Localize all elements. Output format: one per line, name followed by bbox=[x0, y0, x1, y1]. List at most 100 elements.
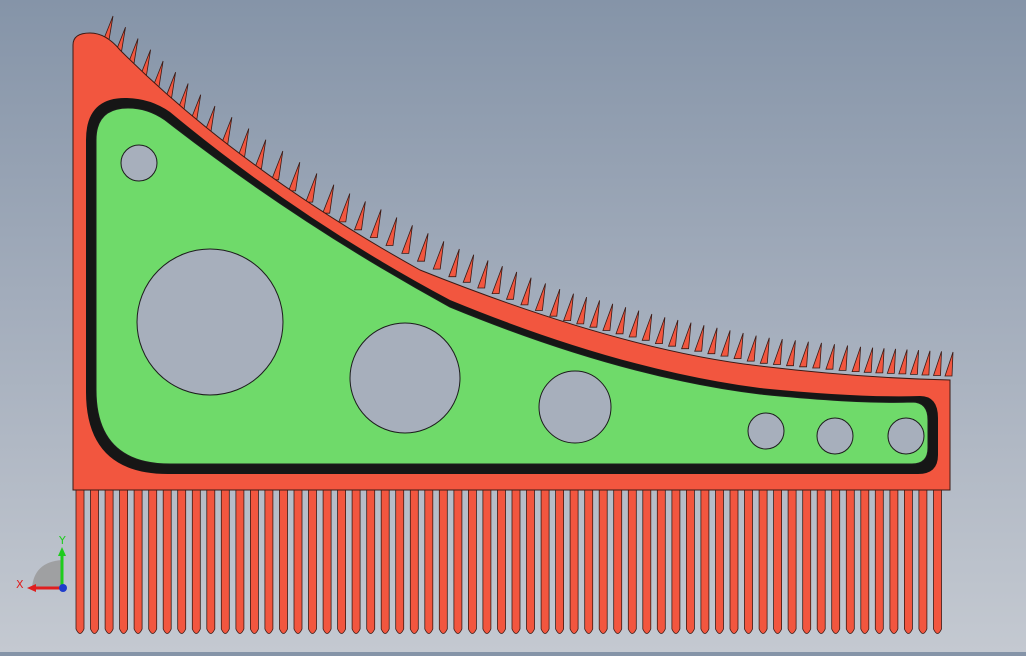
bottom-tooth bbox=[497, 487, 506, 634]
top-tooth bbox=[416, 233, 429, 262]
comb-model[interactable] bbox=[0, 0, 1026, 652]
bottom-tooth bbox=[686, 487, 695, 634]
top-tooth bbox=[825, 344, 835, 370]
top-tooth bbox=[432, 241, 445, 270]
hole[interactable] bbox=[538, 370, 612, 444]
bottom-tooth bbox=[424, 487, 434, 634]
bottom-tooth bbox=[191, 487, 201, 634]
bottom-tooth bbox=[569, 487, 579, 634]
top-tooth bbox=[338, 193, 351, 223]
top-tooth bbox=[886, 348, 896, 374]
bottom-tooth bbox=[119, 487, 128, 634]
top-tooth bbox=[448, 248, 460, 278]
bottom-tooth bbox=[322, 487, 332, 634]
top-tooth bbox=[628, 310, 640, 338]
top-tooth bbox=[932, 351, 942, 376]
top-tooth bbox=[385, 217, 398, 246]
top-tooth bbox=[615, 307, 627, 335]
bottom-tooth bbox=[613, 487, 623, 634]
top-tooth bbox=[898, 349, 908, 375]
hole[interactable] bbox=[349, 322, 461, 434]
bottom-tooth bbox=[380, 487, 390, 634]
bottom-tooth bbox=[933, 487, 942, 634]
bottom-tooth bbox=[90, 487, 99, 634]
bottom-tooth bbox=[279, 487, 288, 634]
top-tooth bbox=[772, 338, 783, 365]
hole[interactable] bbox=[887, 417, 925, 455]
bottom-tooth bbox=[845, 487, 855, 634]
top-tooth bbox=[667, 319, 679, 347]
bottom-tooth bbox=[293, 487, 303, 634]
bottom-tooth bbox=[831, 487, 841, 634]
top-tooth bbox=[563, 293, 574, 321]
top-tooth bbox=[520, 277, 532, 306]
top-tooth bbox=[401, 225, 413, 254]
top-tooth bbox=[462, 254, 475, 283]
bottom-tooth bbox=[206, 487, 216, 634]
bottom-tooth bbox=[438, 487, 448, 634]
bottom-tooth bbox=[802, 487, 812, 634]
graphics-viewport[interactable]: X Y bbox=[0, 0, 1026, 652]
bottom-tooth bbox=[904, 487, 913, 634]
bottom-tooth bbox=[700, 487, 710, 634]
bottom-tooth bbox=[889, 487, 899, 634]
top-tooth bbox=[759, 337, 770, 364]
bottom-tooth bbox=[787, 487, 797, 634]
top-tooth bbox=[576, 296, 587, 325]
bottom-teeth bbox=[75, 487, 942, 634]
top-tooth bbox=[549, 288, 561, 317]
bottom-tooth bbox=[918, 487, 928, 634]
bottom-tooth bbox=[366, 487, 376, 634]
bottom-tooth bbox=[627, 487, 637, 634]
top-tooth bbox=[641, 313, 653, 341]
bottom-tooth bbox=[148, 487, 158, 634]
top-tooth bbox=[720, 330, 731, 357]
hole[interactable] bbox=[120, 144, 158, 182]
top-tooth bbox=[863, 347, 874, 373]
top-tooth bbox=[694, 325, 705, 352]
top-tooth bbox=[534, 283, 546, 311]
bottom-tooth bbox=[220, 487, 230, 634]
top-tooth bbox=[322, 184, 335, 214]
hole[interactable] bbox=[136, 248, 284, 396]
bottom-tooth bbox=[162, 487, 172, 634]
top-tooth bbox=[785, 340, 796, 367]
bottom-tooth bbox=[715, 487, 724, 634]
top-tooth bbox=[707, 327, 718, 355]
bottom-tooth bbox=[75, 487, 85, 634]
top-tooth bbox=[491, 266, 503, 294]
top-tooth bbox=[851, 346, 861, 372]
top-tooth bbox=[288, 162, 301, 192]
bottom-tooth bbox=[584, 487, 594, 634]
top-tooth bbox=[799, 341, 809, 368]
hole[interactable] bbox=[816, 417, 854, 455]
bottom-tooth bbox=[235, 487, 245, 634]
top-tooth bbox=[681, 322, 692, 350]
bottom-tooth bbox=[526, 487, 535, 634]
top-tooth bbox=[305, 173, 318, 203]
top-tooth bbox=[253, 139, 267, 169]
top-tooth bbox=[746, 335, 757, 362]
top-tooth bbox=[602, 303, 614, 331]
bottom-tooth bbox=[337, 487, 346, 634]
hole[interactable] bbox=[747, 412, 785, 450]
bottom-tooth bbox=[874, 487, 884, 634]
bottom-tooth bbox=[598, 487, 608, 634]
bottom-tooth bbox=[758, 487, 768, 634]
bottom-tooth bbox=[773, 487, 782, 634]
bottom-tooth bbox=[468, 487, 477, 634]
bottom-tooth bbox=[351, 487, 361, 634]
bottom-tooth bbox=[860, 487, 870, 634]
top-tooth bbox=[369, 209, 382, 238]
top-tooth bbox=[654, 317, 666, 344]
bottom-tooth bbox=[671, 487, 681, 634]
top-tooth bbox=[589, 300, 600, 328]
bottom-tooth bbox=[540, 487, 550, 634]
top-tooth bbox=[921, 350, 931, 376]
bottom-tooth bbox=[264, 487, 274, 634]
bottom-tooth bbox=[395, 487, 405, 634]
top-tooth bbox=[909, 349, 919, 375]
bottom-tooth bbox=[177, 487, 187, 634]
bottom-tooth bbox=[308, 487, 317, 634]
top-tooth bbox=[353, 201, 366, 231]
